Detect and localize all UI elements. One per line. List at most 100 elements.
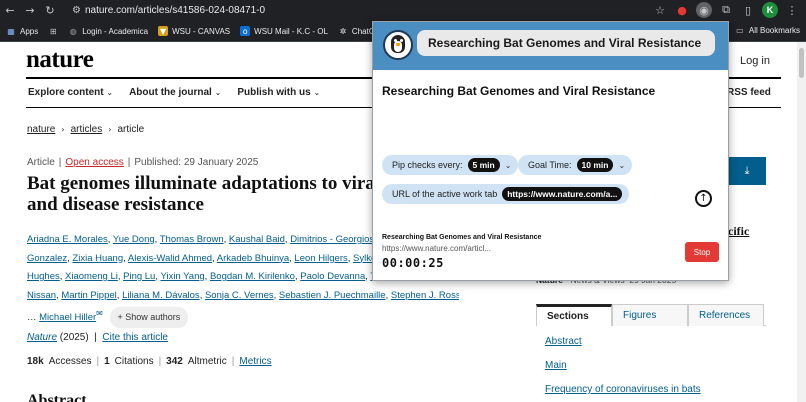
browser-menu-icon[interactable]: ⋮ <box>784 2 800 18</box>
section-link-abstract[interactable]: Abstract <box>545 336 582 347</box>
focus-extension-icon[interactable]: ◉ <box>696 2 712 18</box>
active-url-field[interactable]: URL of the active work tab https://www.n… <box>382 184 630 204</box>
author-link[interactable]: Yixin Yang <box>160 271 204 282</box>
extension-shield-icon[interactable]: ● <box>674 2 690 18</box>
goal-time-select[interactable]: Goal Time: 10 min ⌄ <box>518 155 633 175</box>
penguin-logo-icon <box>383 30 413 60</box>
apps-grid-icon: ▦ <box>7 26 15 36</box>
globe-icon: ◍ <box>69 26 77 36</box>
all-bookmarks[interactable]: ▭ All Bookmarks <box>735 25 800 35</box>
nav-publish-with-us[interactable]: Publish with us ⌄ <box>237 87 320 98</box>
published-date: Published: 29 January 2025 <box>134 157 259 168</box>
author-link[interactable]: Paolo Devanna <box>300 271 365 282</box>
main-nav: Explore content ⌄ About the journal ⌄ Pu… <box>28 87 320 98</box>
nav-about-journal[interactable]: About the journal ⌄ <box>129 87 221 98</box>
bookmark-wsu-canvas[interactable]: ▼ WSU - CANVAS <box>158 26 230 36</box>
pip-interval-value: 5 min <box>467 158 500 172</box>
author-link[interactable]: Gonzalez <box>27 253 67 264</box>
download-pdf-button[interactable]: ⤓ <box>728 157 766 185</box>
browser-toolbar: ← → ↻ ⚙ nature.com/articles/s41586-024-0… <box>0 0 806 21</box>
metrics-link[interactable]: Metrics <box>239 356 271 367</box>
abstract-heading: Abstract <box>27 392 87 402</box>
running-task-url: https://www.nature.com/articl... <box>382 244 491 253</box>
cite-this-article-link[interactable]: Cite this article <box>102 332 168 343</box>
article-metrics: 18k Accesses | 1 Citations | 342 Altmetric … <box>27 356 272 367</box>
article-meta: Article | Open access | Published: 29 Ja… <box>27 157 259 168</box>
tab-figures[interactable]: Figures <box>612 304 688 326</box>
related-article-title[interactable]: cific <box>728 224 749 239</box>
tab-references[interactable]: References <box>688 304 764 326</box>
stop-button[interactable]: Stop <box>685 242 719 262</box>
site-settings-icon[interactable]: ⚙ <box>72 5 81 16</box>
bookmark-apps[interactable]: ▦ Apps <box>6 26 38 36</box>
chevron-down-icon: ⌄ <box>313 88 321 97</box>
extension-popup: Researching Bat Genomes and Viral Resist… <box>372 21 729 281</box>
rss-feed-link[interactable]: RSS feed <box>727 87 771 98</box>
breadcrumb: nature › articles › article <box>27 124 144 135</box>
citation-line: Nature (2025) | Cite this article <box>27 332 168 343</box>
author-link[interactable]: Liliana M. Dávalos <box>122 290 200 301</box>
author-link[interactable]: Bogdan M. Kirilenko <box>210 271 295 282</box>
folder-icon: ▭ <box>736 25 744 35</box>
grid-icon: ⊞ <box>49 26 57 36</box>
author-link[interactable]: Zixia Huang <box>72 253 123 264</box>
author-link[interactable]: Leon Hilgers <box>294 253 347 264</box>
popup-task-header: Researching Bat Genomes and Viral Resist… <box>417 30 715 56</box>
author-link[interactable]: Arkadeb Bhuinya <box>217 253 289 264</box>
author-link[interactable]: Kaushal Baid <box>229 234 285 245</box>
author-link[interactable]: Martin Pippel <box>61 290 116 301</box>
author-link[interactable]: Sebastien J. Puechmaille <box>279 290 386 301</box>
page-scrollbar[interactable] <box>797 42 806 402</box>
login-link[interactable]: Log in <box>740 55 770 67</box>
author-link[interactable]: Yue Dong <box>113 234 155 245</box>
popup-header: Researching Bat Genomes and Viral Resist… <box>373 22 728 70</box>
active-url-value: https://www.nature.com/a... <box>502 187 623 201</box>
profile-avatar[interactable]: K <box>762 2 778 18</box>
reload-icon[interactable]: ↻ <box>40 0 60 21</box>
pip-interval-select[interactable]: Pip checks every: 5 min ⌄ <box>382 155 519 175</box>
author-link[interactable]: Michael Hiller <box>39 312 96 323</box>
chatgpt-icon: ✲ <box>339 26 347 36</box>
nav-explore-content[interactable]: Explore content ⌄ <box>28 87 113 98</box>
running-task-title: Researching Bat Genomes and Viral Resist… <box>382 234 542 241</box>
nature-logo[interactable]: nature <box>26 46 94 74</box>
chevron-down-icon: ⌄ <box>618 160 626 170</box>
breadcrumb-nature[interactable]: nature <box>27 124 55 135</box>
back-arrow-icon[interactable]: ← <box>0 0 20 21</box>
section-link-main[interactable]: Main <box>545 360 567 371</box>
open-access-link[interactable]: Open access <box>65 157 123 168</box>
author-link[interactable]: Ariadna E. Morales <box>27 234 108 245</box>
sidebar-panel-icon[interactable]: ▯ <box>740 2 756 18</box>
article-title: Bat genomes illuminate adaptations to vi… <box>27 173 375 215</box>
breadcrumb-articles[interactable]: articles <box>71 124 103 135</box>
scrollbar-thumb[interactable] <box>799 48 804 78</box>
author-link[interactable]: Ping Lu <box>123 271 155 282</box>
chevron-right-icon: › <box>108 125 112 134</box>
elapsed-timer: 00:00:25 <box>382 256 444 270</box>
bookmark-login-academica[interactable]: ◍ Login - Academica <box>68 26 148 36</box>
bookmark-wsu-mail[interactable]: o WSU Mail - K.C - OL <box>240 26 328 36</box>
extensions-puzzle-icon[interactable]: ⧉ <box>718 2 734 18</box>
author-link[interactable]: Xiaomeng Li <box>65 271 118 282</box>
address-bar[interactable]: ⚙ nature.com/articles/s41586-024-08471-0 <box>72 3 265 18</box>
journal-link[interactable]: Nature <box>27 332 57 343</box>
section-link-coronaviruses[interactable]: Frequency of coronaviruses in bats <box>545 384 701 395</box>
author-link[interactable]: Sonja C. Vernes <box>205 290 274 301</box>
article-type: Article <box>27 157 55 168</box>
chevron-down-icon: ⌄ <box>214 88 222 97</box>
author-link[interactable]: Alexis-Walid Ahmed <box>128 253 212 264</box>
author-list-line: Nissan, Martin Pippel, Liliana M. Dávalo… <box>27 287 459 306</box>
tab-sections[interactable]: Sections <box>536 304 612 326</box>
bookmark-star-icon[interactable]: ☆ <box>652 2 668 18</box>
author-link[interactable]: Stephen J. Rossiter <box>391 290 459 301</box>
chevron-right-icon: › <box>61 125 65 134</box>
author-link[interactable]: Nissan <box>27 290 56 301</box>
author-link[interactable]: Hughes <box>27 271 60 282</box>
address-bar-url: nature.com/articles/s41586-024-08471-0 <box>84 5 266 16</box>
show-authors-button[interactable]: + Show authors <box>109 307 189 328</box>
share-upload-icon[interactable]: ↑ <box>695 190 712 207</box>
forward-arrow-icon[interactable]: → <box>20 0 40 21</box>
bookmark-grid-shortcut[interactable]: ⊞ <box>48 26 58 36</box>
email-icon[interactable]: ✉ <box>96 309 103 318</box>
author-link[interactable]: Thomas Brown <box>160 234 224 245</box>
